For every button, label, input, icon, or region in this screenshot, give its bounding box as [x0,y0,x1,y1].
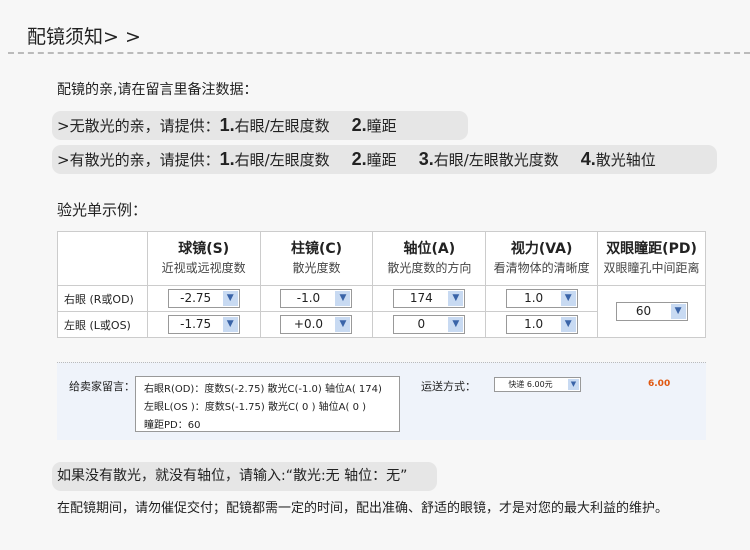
divider [8,52,750,54]
num: 3. [418,149,434,169]
cylinder-select[interactable]: +0.0 ▼ [280,315,353,334]
header-cell: 球镜(S) 近视或远视度数 [146,231,261,286]
chevron-down-icon: ▼ [335,291,351,306]
chevron-down-icon: ▼ [448,317,464,332]
num: 1. [219,115,235,135]
va-select[interactable]: 1.0 ▼ [505,289,578,308]
va-select[interactable]: 1.0 ▼ [505,315,578,334]
shipping-select[interactable]: 快递 6.00元 ▼ [494,377,581,392]
chevron-down-icon: ▼ [448,291,464,306]
chevron-down-icon: ▼ [568,379,579,390]
item: 右眼/左眼散光度数 [433,151,559,169]
axis-select[interactable]: 174 ▼ [393,289,466,308]
chevron-down-icon: ▼ [560,291,576,306]
chevron-down-icon: ▼ [335,317,351,332]
prefix: >有散光的亲，请提供： [57,151,220,169]
item: 散光轴位 [595,151,656,169]
header-cell: 轴位(A) 散光度数的方向 [372,231,487,286]
table-header: 球镜(S) 近视或远视度数 柱镜(C) 散光度数 轴位(A) 散光度数的方向 视力(V… [57,231,706,286]
chevron-down-icon: ▼ [222,317,238,332]
header-cell: 双眼瞳距(PD) 双眼瞳孔中间距离 [597,231,706,286]
row-label: 右眼 (R或OD) [57,285,148,312]
shipping-label: 运送方式： [421,380,476,393]
pd-select[interactable]: 60 ▼ [615,302,688,321]
axis-select[interactable]: 0 ▼ [393,315,466,334]
row-label: 左眼 (L或OS) [57,311,148,338]
num: 2. [351,149,367,169]
chevron-down-icon: ▼ [222,291,238,306]
message-textarea[interactable]: 右眼R(OD)：度数S(-2.75) 散光C(-1.0) 轴位A( 174) 左… [135,376,400,432]
table-row: 右眼 (R或OD) -2.75 ▼ -1.0 ▼ 174 ▼ 1.0 ▼ 60 ▼ [57,285,706,338]
chevron-down-icon: ▼ [670,304,686,319]
sphere-select[interactable]: -1.75 ▼ [167,315,240,334]
example-label: 验光单示例： [57,201,148,219]
footer-note: 在配镜期间，请勿催促交付；配镜都需一定的时间，配出准确、舒适的眼镜，才是对您的最… [57,501,669,516]
num: 1. [219,149,235,169]
item: 瞳距 [366,151,397,169]
order-form-example: 给卖家留言： 右眼R(OD)：度数S(-2.75) 散光C(-1.0) 轴位A(… [57,362,706,440]
intro-text: 配镜的亲,请在留言里备注数据： [57,82,258,98]
item: 瞳距 [366,117,397,135]
no-astigmatism-hint: 如果没有散光，就没有轴位，请输入:“散光:无 轴位：无” [52,462,437,491]
section-title: 配镜须知> > [27,26,141,48]
shipping-fee: 6.00 [648,379,671,389]
item: 右眼/左眼度数 [234,151,330,169]
sphere-select[interactable]: -2.75 ▼ [167,289,240,308]
prescription-table: 球镜(S) 近视或远视度数 柱镜(C) 散光度数 轴位(A) 散光度数的方向 视力(V… [57,231,706,338]
cylinder-select[interactable]: -1.0 ▼ [280,289,353,308]
prefix: >无散光的亲，请提供： [57,117,220,135]
num: 2. [351,115,367,135]
item: 右眼/左眼度数 [234,117,330,135]
chevron-down-icon: ▼ [560,317,576,332]
num: 4. [580,149,596,169]
header-cell: 视力(VA) 看清物体的清晰度 [485,231,599,286]
no-astigmatism-note: >无散光的亲，请提供：1.右眼/左眼度数 2.瞳距 [52,111,468,140]
message-label: 给卖家留言： [69,380,135,393]
astigmatism-note: >有散光的亲，请提供：1.右眼/左眼度数 2.瞳距 3.右眼/左眼散光度数 4.散光轴… [52,145,717,174]
header-cell: 柱镜(C) 散光度数 [259,231,374,286]
